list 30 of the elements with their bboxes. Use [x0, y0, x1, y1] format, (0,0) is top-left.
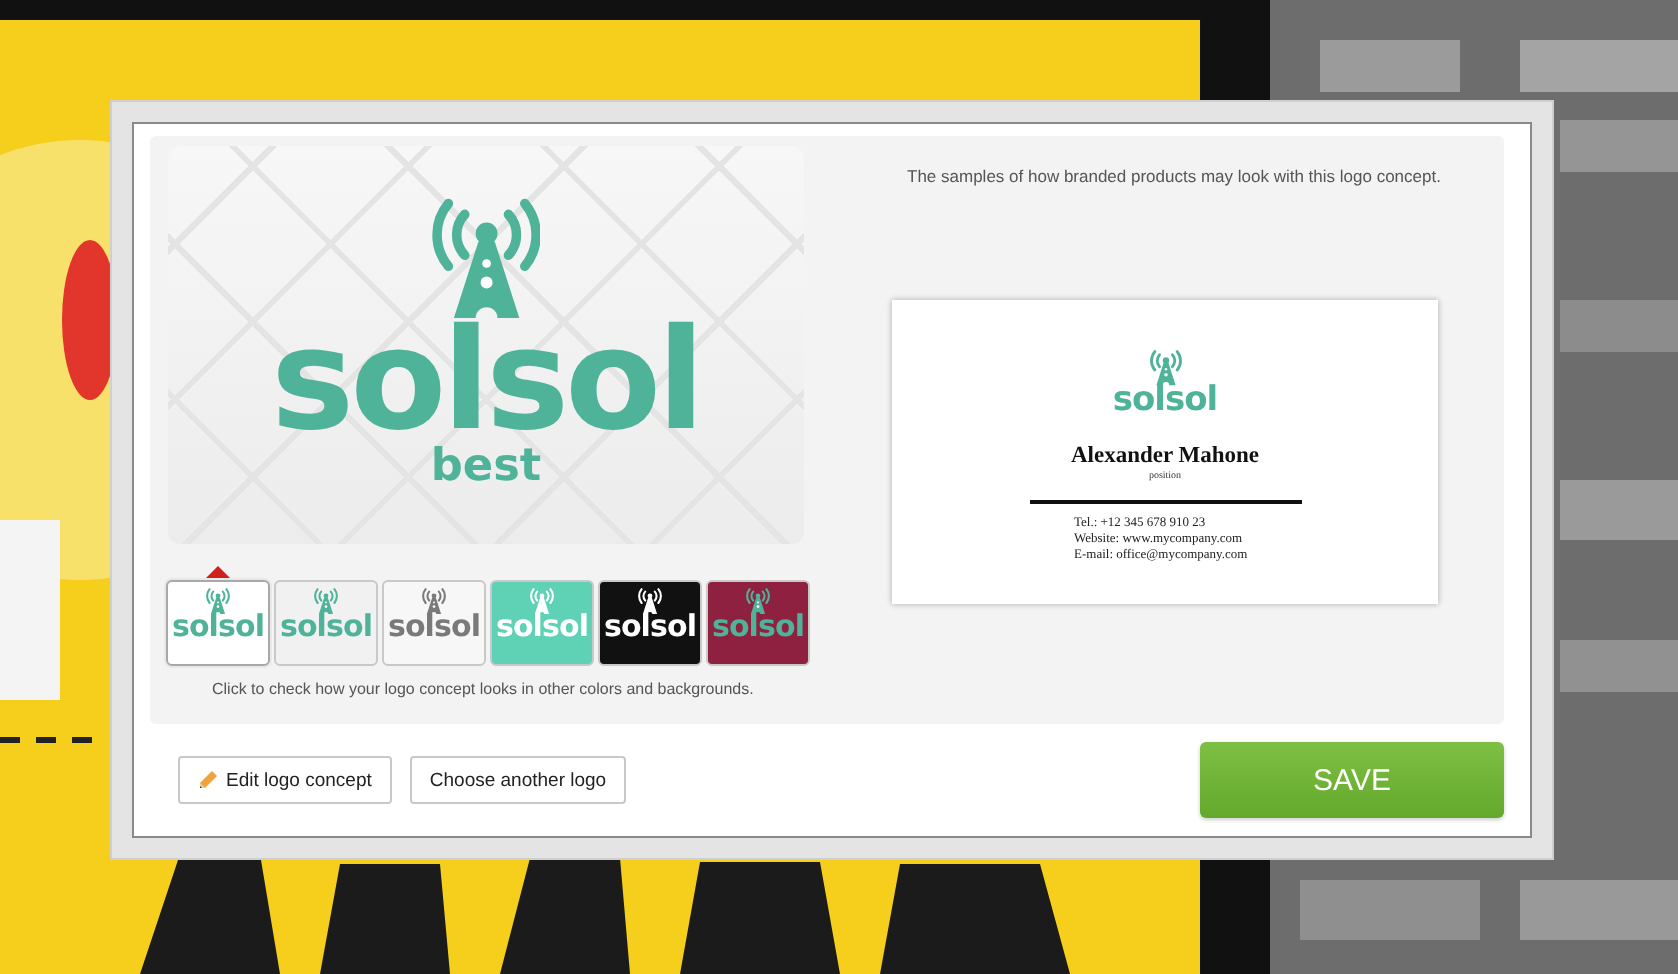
color-swatch[interactable]: solsol	[598, 580, 702, 666]
samples-caption: The samples of how branded products may look with this logo concept.	[907, 166, 1441, 186]
antenna-icon	[638, 588, 662, 615]
logo-name: solsol	[711, 614, 805, 642]
antenna-icon	[530, 588, 554, 615]
color-swatch[interactable]: solsol	[706, 580, 810, 666]
color-swatch[interactable]: solsol	[382, 580, 486, 666]
antenna-icon	[431, 198, 541, 319]
logo-name: solsol	[171, 614, 265, 642]
logo-name: solsol	[495, 614, 589, 642]
antenna-icon	[422, 588, 446, 615]
save-button[interactable]: SAVE	[1200, 742, 1504, 818]
antenna-icon	[206, 588, 230, 615]
color-swatch[interactable]: solsol	[490, 580, 594, 666]
person-name: Alexander Mahone	[1070, 443, 1260, 468]
logo-name: solsol	[279, 614, 373, 642]
logo-name: solsol	[387, 614, 481, 642]
edit-logo-button[interactable]: Edit logo concept	[178, 756, 392, 804]
logo-name: solsol	[271, 318, 701, 445]
logo-name: solsol	[1112, 385, 1218, 416]
choose-logo-button[interactable]: Choose another logo	[409, 756, 627, 804]
color-swatch[interactable]: solsol	[166, 580, 270, 666]
antenna-icon	[746, 588, 770, 615]
logo-tagline: best	[430, 444, 542, 489]
logo-name: solsol	[603, 614, 697, 642]
antenna-icon	[314, 588, 338, 615]
color-swatch[interactable]: solsol	[274, 580, 378, 666]
pencil-icon	[198, 770, 218, 790]
swatch-hint: Click to check how your logo concept looks in other colors and backgrounds.	[212, 680, 756, 698]
antenna-icon	[1149, 350, 1181, 386]
